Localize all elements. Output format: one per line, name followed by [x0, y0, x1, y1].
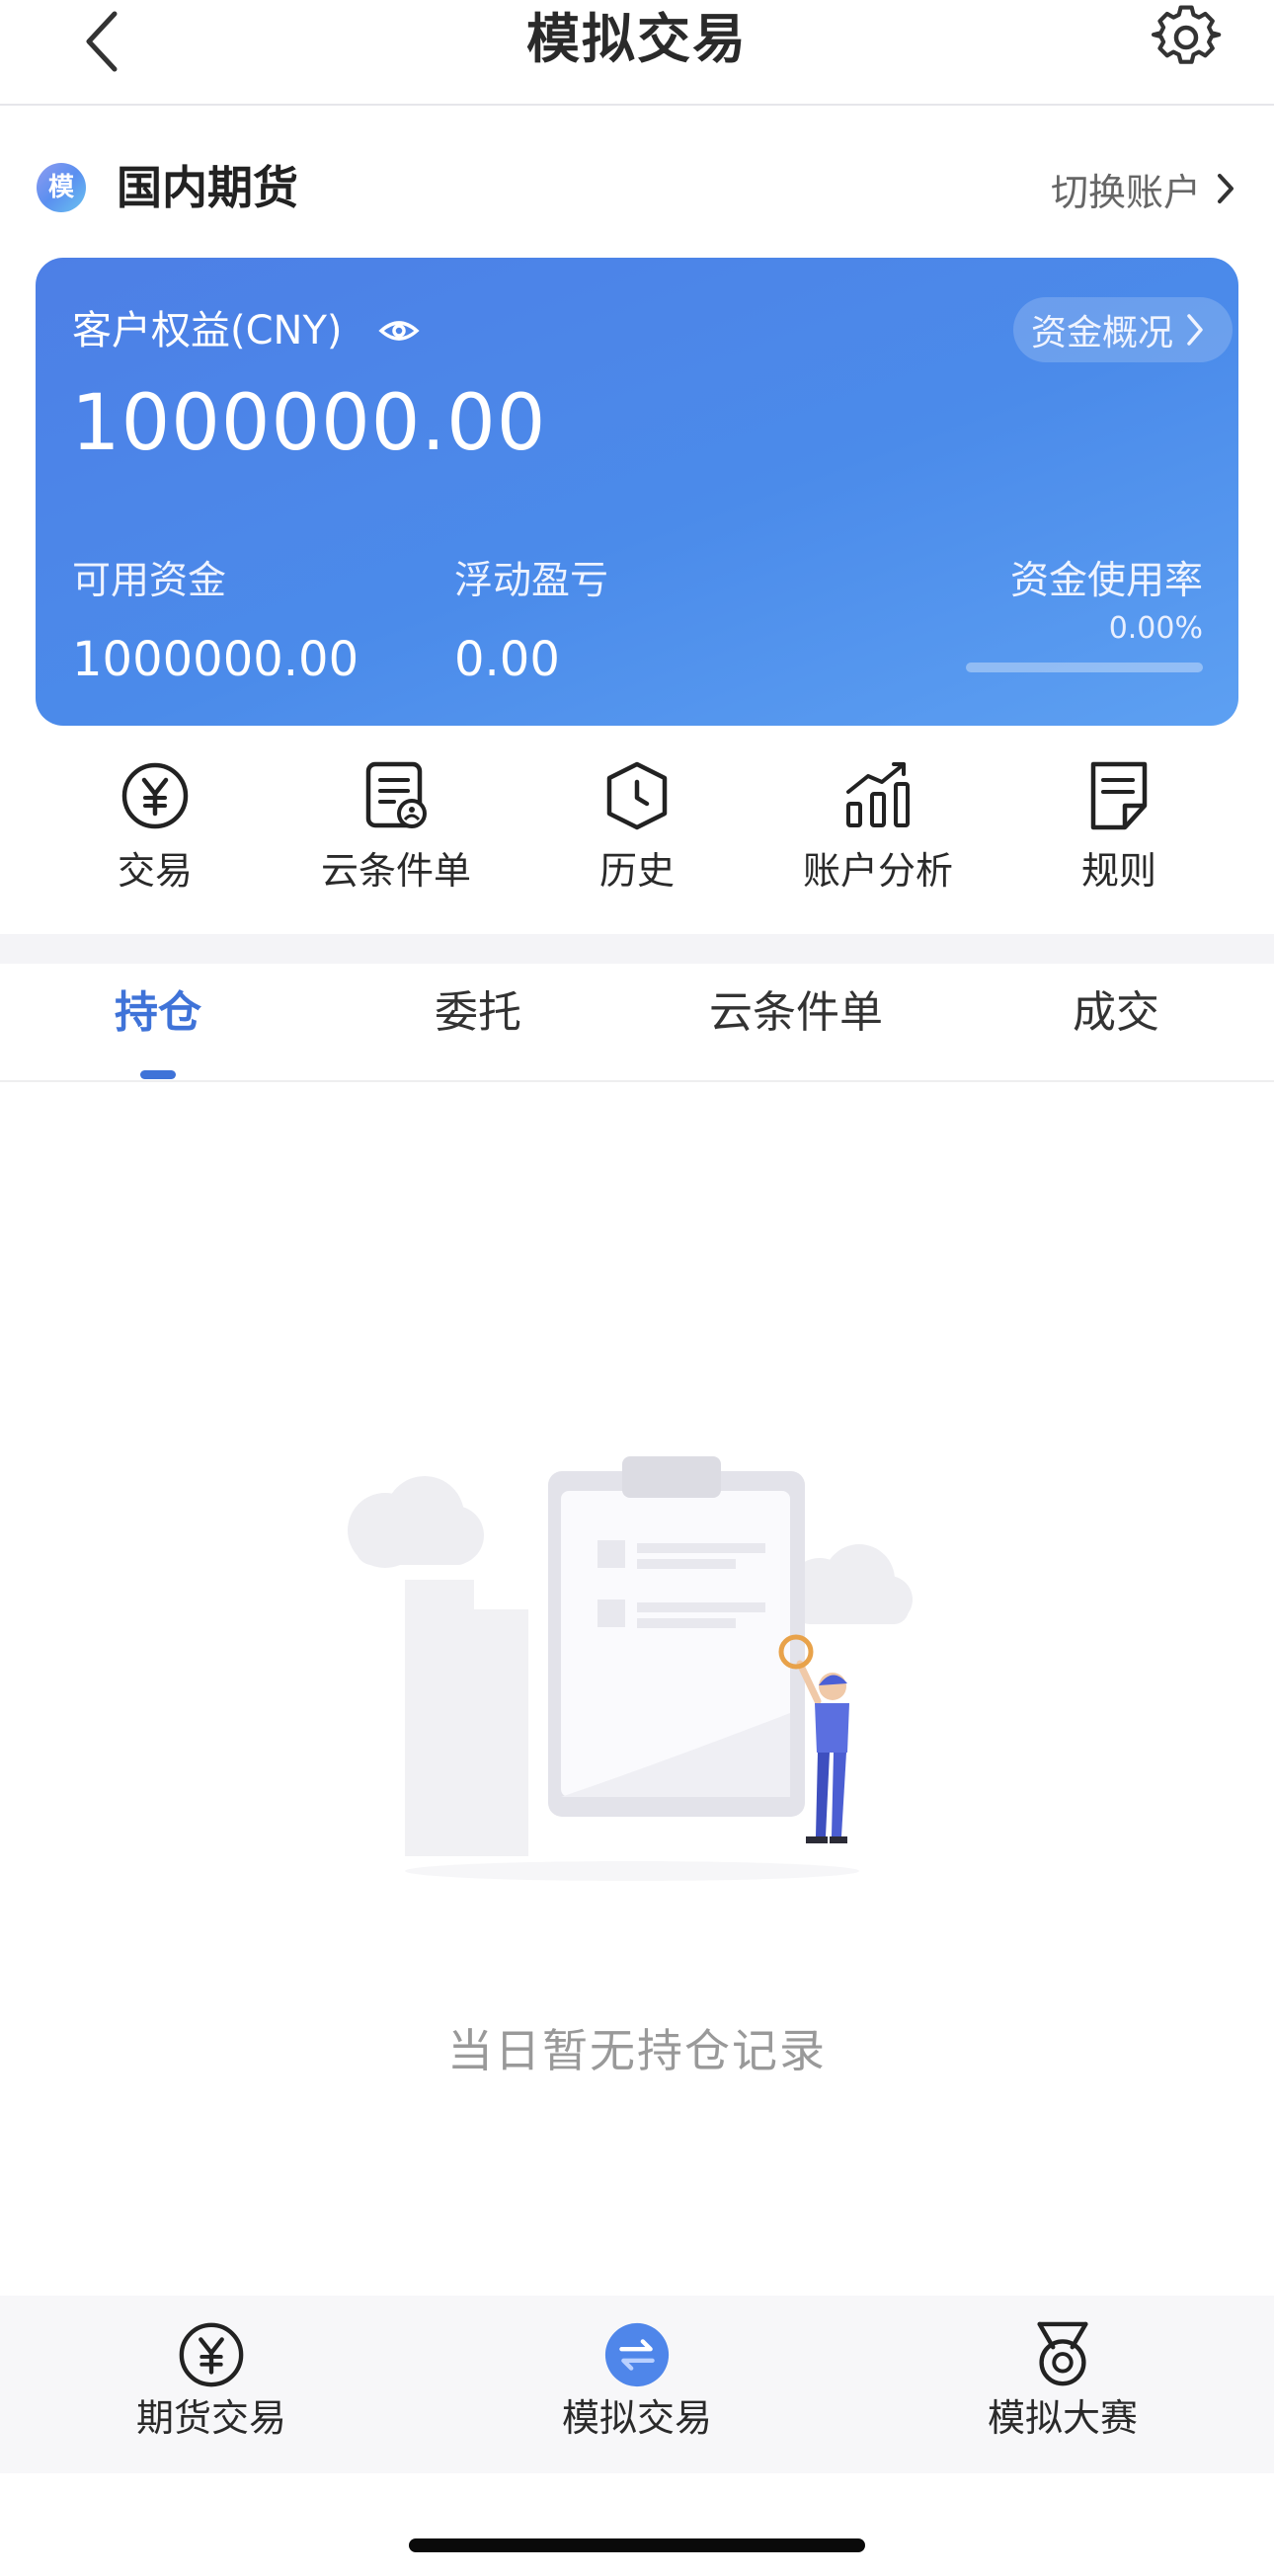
page-title: 模拟交易	[526, 8, 748, 70]
section-divider	[0, 934, 1274, 964]
nav-simulated-contest-label: 模拟大赛	[987, 2396, 1138, 2440]
top-bar: 模拟交易	[0, 0, 1274, 106]
nav-simulated-trading-label: 模拟交易	[561, 2396, 712, 2440]
medal-icon	[1037, 2321, 1088, 2386]
funds-overview-label: 资金概况	[1030, 313, 1173, 353]
active-tab-indicator	[140, 1070, 176, 1079]
action-trade[interactable]: 交易	[37, 750, 274, 918]
chevron-right-icon	[1218, 174, 1234, 203]
nav-simulated-contest[interactable]: 模拟大赛	[915, 2320, 1211, 2445]
settings-button[interactable]	[1151, 2, 1222, 73]
rules-doc-icon	[1090, 761, 1148, 830]
quick-actions: 交易 云条件单 历史 账户分析 规则	[0, 750, 1274, 918]
tab-trades[interactable]: 成交	[978, 983, 1254, 1043]
available-funds-value: 1000000.00	[72, 632, 359, 687]
tab-positions[interactable]: 持仓	[20, 983, 296, 1043]
yen-circle-icon	[121, 762, 189, 829]
usage-rate-bar	[966, 663, 1203, 672]
usage-rate-value: 0.00%	[1108, 611, 1203, 646]
action-cloud-order-label: 云条件单	[320, 849, 471, 893]
tab-cloud-orders[interactable]: 云条件单	[658, 983, 934, 1043]
account-row: 模 国内期货 切换账户	[0, 143, 1274, 232]
equity-label: 客户权益(CNY)	[72, 308, 343, 353]
equity-value: 1000000.00	[71, 379, 547, 468]
account-name: 国内期货	[117, 161, 298, 214]
usage-rate-label: 资金使用率	[1009, 559, 1203, 603]
eye-icon[interactable]	[377, 309, 421, 352]
floating-pnl-label: 浮动盈亏	[454, 559, 609, 603]
action-account-analysis[interactable]: 账户分析	[759, 750, 996, 918]
empty-state-message: 当日暂无持仓记录	[447, 2024, 827, 2077]
switch-account-label: 切换账户	[1050, 170, 1201, 214]
action-rules[interactable]: 规则	[1000, 750, 1237, 918]
nav-simulated-trading[interactable]: 模拟交易	[489, 2320, 785, 2445]
action-rules-label: 规则	[1080, 849, 1156, 893]
cloud-order-icon	[365, 761, 427, 828]
bar-chart-icon	[846, 762, 910, 827]
account-summary-card: 客户权益(CNY) 资金概况 1000000.00 可用资金 1000000.0…	[36, 258, 1238, 726]
gear-icon	[1151, 5, 1222, 64]
floating-pnl-value: 0.00	[454, 632, 560, 687]
funds-overview-button[interactable]: 资金概况	[1012, 297, 1233, 362]
nav-futures-trading[interactable]: 期货交易	[63, 2320, 359, 2445]
account-type-badge: 模	[37, 163, 86, 212]
switch-account-button[interactable]: 切换账户	[1051, 161, 1236, 216]
page: 模拟交易 模 国内期货 切换账户 客户权益(CNY) 资金概况 1000000.…	[0, 0, 1274, 2576]
action-account-analysis-label: 账户分析	[802, 849, 953, 893]
tab-orders[interactable]: 委托	[340, 983, 616, 1043]
chevron-right-icon	[1187, 314, 1203, 346]
tab-bar: 持仓 委托 云条件单 成交	[0, 964, 1274, 1082]
home-indicator	[409, 2538, 865, 2552]
empty-clipboard-illustration	[348, 1456, 913, 1881]
action-history[interactable]: 历史	[518, 750, 756, 918]
swap-icon	[604, 2322, 670, 2387]
yen-circle-icon	[179, 2322, 244, 2387]
action-trade-label: 交易	[117, 849, 193, 893]
action-cloud-order[interactable]: 云条件单	[278, 750, 515, 918]
action-history-label: 历史	[598, 849, 675, 893]
history-shield-icon	[606, 761, 668, 830]
nav-futures-trading-label: 期货交易	[135, 2396, 286, 2440]
bottom-nav: 期货交易 模拟交易 模拟大赛	[0, 2296, 1274, 2473]
available-funds-label: 可用资金	[72, 559, 227, 603]
